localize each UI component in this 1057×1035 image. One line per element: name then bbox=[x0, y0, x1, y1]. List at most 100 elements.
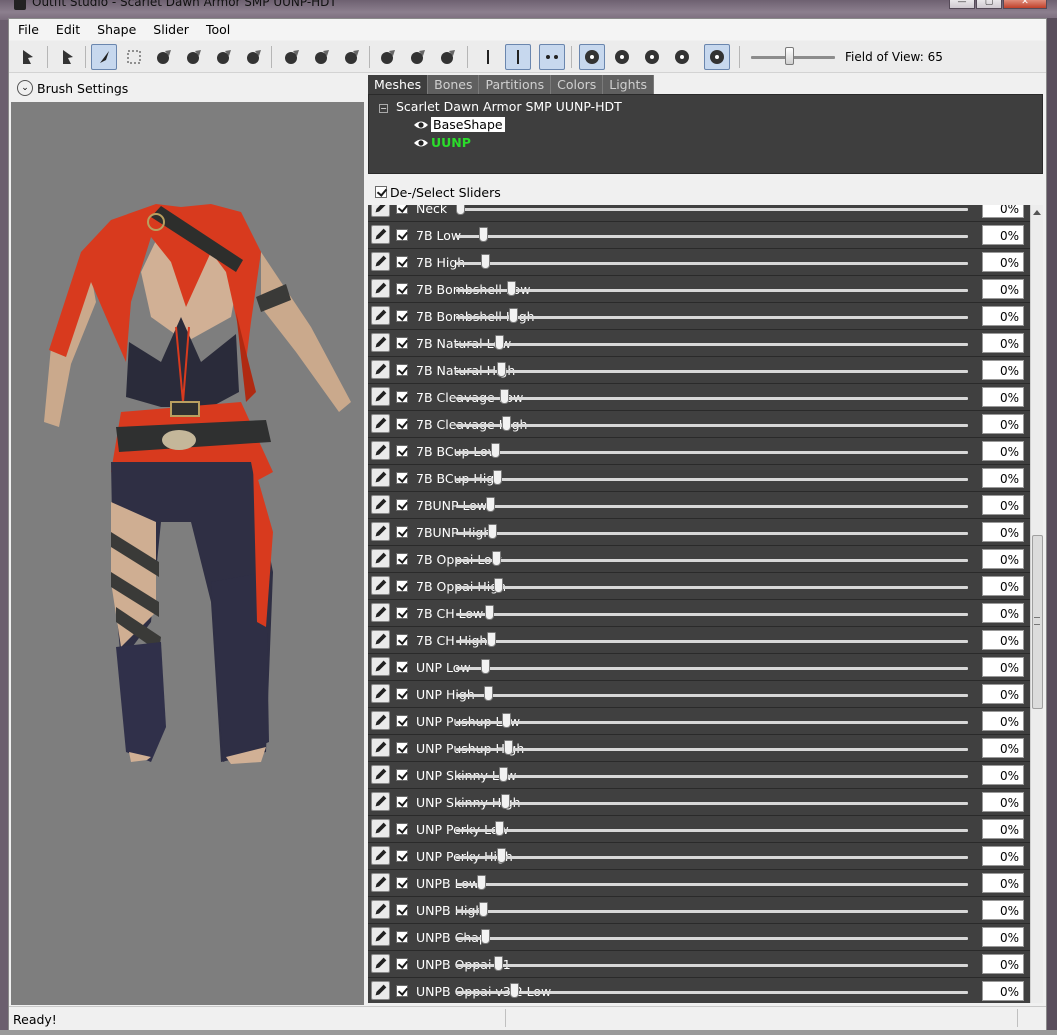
slider-value-field[interactable]: 0% bbox=[982, 522, 1024, 542]
slider-checkbox[interactable] bbox=[396, 742, 408, 754]
slider-checkbox[interactable] bbox=[396, 796, 408, 808]
slider-thumb[interactable] bbox=[479, 902, 489, 917]
edit-slider-button[interactable] bbox=[371, 205, 390, 217]
deselect-sliders-checkbox[interactable] bbox=[375, 186, 387, 198]
edit-slider-button[interactable] bbox=[371, 549, 390, 568]
slider-track[interactable] bbox=[456, 262, 968, 265]
slider-thumb[interactable] bbox=[500, 794, 510, 809]
chevron-down-icon[interactable]: ⌄ bbox=[17, 80, 33, 96]
fov-slider-thumb[interactable] bbox=[784, 47, 794, 65]
slider-value-field[interactable]: 0% bbox=[982, 954, 1024, 974]
slider-thumb[interactable] bbox=[479, 227, 489, 242]
slider-track[interactable] bbox=[456, 613, 968, 616]
slider-thumb[interactable] bbox=[510, 983, 520, 998]
deflate-tool-icon[interactable] bbox=[181, 44, 207, 70]
slider-value-field[interactable]: 0% bbox=[982, 927, 1024, 947]
edit-slider-button[interactable] bbox=[371, 495, 390, 514]
slider-thumb[interactable] bbox=[502, 713, 512, 728]
slider-value-field[interactable]: 0% bbox=[982, 684, 1024, 704]
slider-thumb[interactable] bbox=[481, 929, 491, 944]
edit-slider-button[interactable] bbox=[371, 414, 390, 433]
perspective-view-icon[interactable] bbox=[704, 44, 730, 70]
slider-checkbox[interactable] bbox=[396, 472, 408, 484]
slider-checkbox[interactable] bbox=[396, 283, 408, 295]
slider-checkbox[interactable] bbox=[396, 661, 408, 673]
slider-thumb[interactable] bbox=[476, 875, 486, 890]
edit-slider-button[interactable] bbox=[371, 225, 390, 244]
alpha-paint-icon[interactable] bbox=[375, 44, 401, 70]
slider-value-field[interactable]: 0% bbox=[982, 495, 1024, 515]
menu-slider[interactable]: Slider bbox=[144, 19, 197, 40]
slider-track[interactable] bbox=[456, 397, 968, 400]
slider-value-field[interactable]: 0% bbox=[982, 441, 1024, 461]
slider-checkbox[interactable] bbox=[396, 418, 408, 430]
slider-value-field[interactable]: 0% bbox=[982, 306, 1024, 326]
slider-checkbox[interactable] bbox=[396, 634, 408, 646]
slider-track[interactable] bbox=[456, 991, 968, 994]
connected-only-icon[interactable] bbox=[539, 44, 565, 70]
slider-value-field[interactable]: 0% bbox=[982, 711, 1024, 731]
slider-checkbox[interactable] bbox=[396, 445, 408, 457]
slider-track[interactable] bbox=[456, 424, 968, 427]
slider-track[interactable] bbox=[456, 910, 968, 913]
pivot-icon[interactable] bbox=[435, 44, 461, 70]
tab-lights[interactable]: Lights bbox=[603, 75, 654, 94]
slider-thumb[interactable] bbox=[502, 416, 512, 431]
slider-value-field[interactable]: 0% bbox=[982, 630, 1024, 650]
edit-slider-button[interactable] bbox=[371, 657, 390, 676]
slider-checkbox[interactable] bbox=[396, 580, 408, 592]
transform-icon[interactable] bbox=[405, 44, 431, 70]
slider-checkbox[interactable] bbox=[396, 205, 408, 214]
slider-checkbox[interactable] bbox=[396, 310, 408, 322]
mask-tool-icon[interactable] bbox=[121, 44, 147, 70]
front-view-icon[interactable] bbox=[609, 44, 635, 70]
slider-thumb[interactable] bbox=[488, 524, 498, 539]
new-slider-icon[interactable] bbox=[15, 44, 41, 70]
slider-checkbox[interactable] bbox=[396, 688, 408, 700]
slider-checkbox[interactable] bbox=[396, 553, 408, 565]
slider-track[interactable] bbox=[456, 289, 968, 292]
slider-thumb[interactable] bbox=[508, 308, 518, 323]
slider-checkbox[interactable] bbox=[396, 391, 408, 403]
slider-checkbox[interactable] bbox=[396, 256, 408, 268]
slider-track[interactable] bbox=[456, 343, 968, 346]
edit-slider-button[interactable] bbox=[371, 711, 390, 730]
slider-track[interactable] bbox=[456, 964, 968, 967]
edit-slider-button[interactable] bbox=[371, 468, 390, 487]
slider-value-field[interactable]: 0% bbox=[982, 333, 1024, 353]
brush-settings-header[interactable]: ⌄ Brush Settings bbox=[9, 74, 364, 101]
slider-checkbox[interactable] bbox=[396, 931, 408, 943]
slider-value-field[interactable]: 0% bbox=[982, 738, 1024, 758]
slider-checkbox[interactable] bbox=[396, 823, 408, 835]
slider-value-field[interactable]: 0% bbox=[982, 819, 1024, 839]
slider-value-field[interactable]: 0% bbox=[982, 981, 1024, 1001]
slider-checkbox[interactable] bbox=[396, 850, 408, 862]
menu-tool[interactable]: Tool bbox=[197, 19, 238, 40]
edit-slider-button[interactable] bbox=[371, 576, 390, 595]
slider-thumb[interactable] bbox=[495, 821, 505, 836]
edit-slider-button[interactable] bbox=[371, 306, 390, 325]
slider-list-scrollbar[interactable] bbox=[1030, 205, 1043, 1003]
slider-track[interactable] bbox=[456, 478, 968, 481]
slider-thumb[interactable] bbox=[456, 205, 465, 215]
slider-value-field[interactable]: 0% bbox=[982, 873, 1024, 893]
slider-track[interactable] bbox=[456, 802, 968, 805]
slider-checkbox[interactable] bbox=[396, 985, 408, 997]
slider-thumb[interactable] bbox=[484, 605, 494, 620]
back-view-icon[interactable] bbox=[639, 44, 665, 70]
slider-track[interactable] bbox=[456, 883, 968, 886]
slider-value-field[interactable]: 0% bbox=[982, 414, 1024, 434]
edit-slider-button[interactable] bbox=[371, 522, 390, 541]
slider-track[interactable] bbox=[456, 748, 968, 751]
slider-thumb[interactable] bbox=[490, 443, 500, 458]
inflate-tool-icon[interactable] bbox=[151, 44, 177, 70]
slider-track[interactable] bbox=[456, 586, 968, 589]
scroll-up-arrow-icon[interactable] bbox=[1033, 210, 1041, 215]
slider-checkbox[interactable] bbox=[396, 499, 408, 511]
slider-value-field[interactable]: 0% bbox=[982, 279, 1024, 299]
edit-slider-button[interactable] bbox=[371, 738, 390, 757]
slider-checkbox[interactable] bbox=[396, 877, 408, 889]
slider-thumb[interactable] bbox=[506, 281, 516, 296]
slider-track[interactable] bbox=[456, 370, 968, 373]
weight-paint-icon[interactable] bbox=[309, 44, 335, 70]
